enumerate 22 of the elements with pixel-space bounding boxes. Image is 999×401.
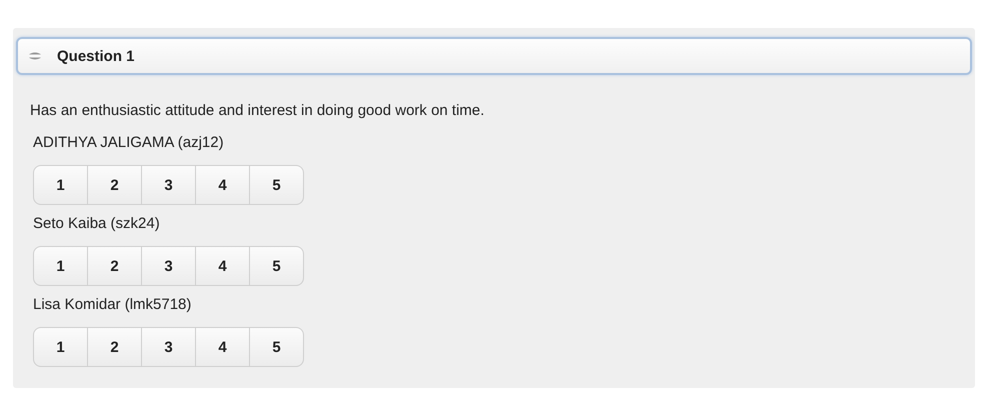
rating-button[interactable]: 3: [142, 327, 196, 367]
rating-button[interactable]: 5: [250, 327, 304, 367]
rating-button[interactable]: 4: [196, 165, 250, 205]
question-header[interactable]: Question 1: [16, 37, 972, 75]
rating-button[interactable]: 4: [196, 327, 250, 367]
respondent-name: Lisa Komidar (lmk5718): [33, 295, 192, 315]
question-title: Question 1: [57, 48, 135, 64]
rating-button[interactable]: 5: [250, 165, 304, 205]
respondent-name: ADITHYA JALIGAMA (azj12): [33, 133, 225, 153]
rating-button[interactable]: 5: [250, 246, 304, 286]
collapse-icon[interactable]: [27, 50, 43, 62]
question-text: Has an enthusiastic attitude and interest in doing good work on time.: [30, 101, 486, 121]
rating-button[interactable]: 2: [88, 165, 142, 205]
respondent-name: Seto Kaiba (szk24): [33, 214, 161, 234]
rating-button[interactable]: 1: [33, 327, 88, 367]
rating-button[interactable]: 1: [33, 165, 88, 205]
rating-button[interactable]: 2: [88, 327, 142, 367]
rating-button[interactable]: 4: [196, 246, 250, 286]
rating-button[interactable]: 2: [88, 246, 142, 286]
rating-button[interactable]: 3: [142, 246, 196, 286]
rating-button[interactable]: 3: [142, 165, 196, 205]
rating-button[interactable]: 1: [33, 246, 88, 286]
